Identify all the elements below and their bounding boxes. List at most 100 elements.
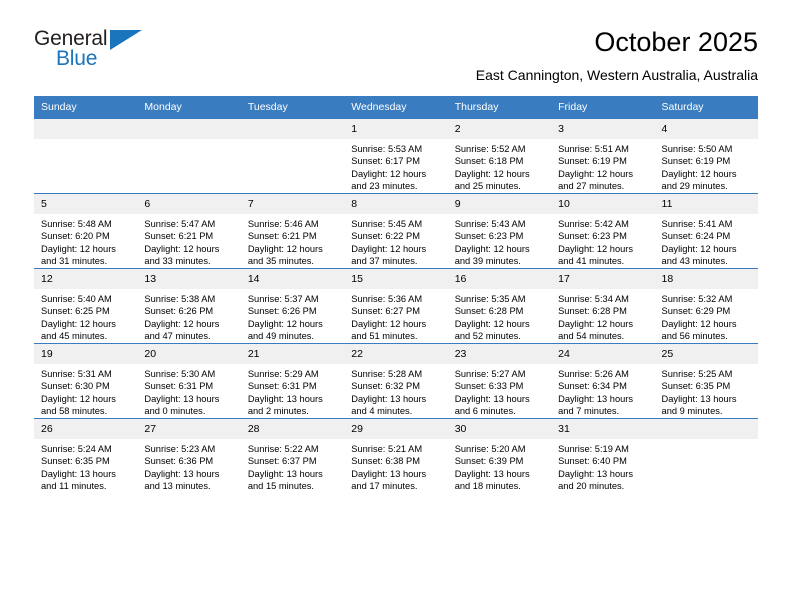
sunrise-time: Sunrise: 5:19 AM bbox=[558, 444, 629, 454]
calendar-body: 1 Sunrise: 5:53 AM Sunset: 6:17 PM Daylight… bbox=[34, 119, 758, 493]
general-blue-logo[interactable]: General Blue bbox=[34, 27, 146, 77]
day-number: 25 bbox=[654, 344, 758, 364]
day-details: Sunrise: 5:23 AM Sunset: 6:36 PM Daylight:… bbox=[137, 439, 240, 492]
sunrise-time: Sunrise: 5:37 AM bbox=[247, 294, 319, 304]
calendar-day-cell[interactable]: 23 Sunrise: 5:27 AM Sunset: 6:33 PM Dayligh… bbox=[447, 343, 552, 419]
calendar-day-cell[interactable]: 9 Sunrise: 5:43 AM Sunset: 6:23 PM Daylight… bbox=[447, 193, 552, 269]
daylight-duration: Daylight: 12 hours and 51 minutes. bbox=[351, 318, 427, 341]
day-number: 15 bbox=[344, 269, 448, 289]
day-number: 19 bbox=[34, 344, 138, 364]
sunrise-time: Sunrise: 5:27 AM bbox=[454, 369, 526, 379]
sunset-time: Sunset: 6:28 PM bbox=[558, 306, 627, 317]
calendar-day-cell[interactable]: 25 Sunrise: 5:25 AM Sunset: 6:35 PM Dayligh… bbox=[654, 343, 758, 419]
day-details: Sunrise: 5:34 AM Sunset: 6:28 PM Daylight:… bbox=[551, 289, 654, 342]
day-number: 29 bbox=[344, 419, 448, 439]
weekday-header-wednesday: Wednesday bbox=[344, 96, 448, 119]
day-number bbox=[654, 419, 758, 439]
calendar-day-cell[interactable]: 26 Sunrise: 5:24 AM Sunset: 6:35 PM Dayligh… bbox=[34, 418, 138, 493]
calendar-day-cell[interactable]: 3 Sunrise: 5:51 AM Sunset: 6:19 PM Daylight… bbox=[551, 119, 655, 194]
day-details: Sunrise: 5:52 AM Sunset: 6:18 PM Daylight:… bbox=[448, 139, 551, 192]
day-details: Sunrise: 5:41 AM Sunset: 6:24 PM Daylight:… bbox=[655, 214, 758, 267]
day-number: 7 bbox=[240, 194, 345, 214]
calendar-week-row: 12 Sunrise: 5:40 AM Sunset: 6:25 PM Dayligh… bbox=[34, 268, 758, 344]
sunrise-time: Sunrise: 5:24 AM bbox=[41, 444, 112, 454]
daylight-duration: Daylight: 13 hours and 0 minutes. bbox=[144, 393, 220, 416]
day-details: Sunrise: 5:43 AM Sunset: 6:23 PM Daylight:… bbox=[448, 214, 551, 267]
location-subtitle: East Cannington, Western Australia, Aust… bbox=[475, 67, 758, 83]
sunrise-time: Sunrise: 5:36 AM bbox=[351, 294, 423, 304]
weekday-header-thursday: Thursday bbox=[447, 96, 552, 119]
page-title: October 2025 bbox=[594, 27, 758, 57]
calendar-day-cell[interactable]: 11 Sunrise: 5:41 AM Sunset: 6:24 PM Dayligh… bbox=[654, 193, 758, 269]
day-details: Sunrise: 5:51 AM Sunset: 6:19 PM Daylight:… bbox=[551, 139, 654, 192]
calendar-day-cell[interactable]: 22 Sunrise: 5:28 AM Sunset: 6:32 PM Dayligh… bbox=[344, 343, 448, 419]
calendar-day-cell[interactable]: 18 Sunrise: 5:32 AM Sunset: 6:29 PM Dayligh… bbox=[654, 268, 758, 344]
calendar-cell-empty bbox=[34, 119, 138, 194]
calendar-day-cell[interactable]: 30 Sunrise: 5:20 AM Sunset: 6:39 PM Dayligh… bbox=[447, 418, 552, 493]
day-details: Sunrise: 5:36 AM Sunset: 6:27 PM Daylight:… bbox=[344, 289, 447, 342]
calendar-day-cell[interactable]: 7 Sunrise: 5:46 AM Sunset: 6:21 PM Daylight… bbox=[240, 193, 345, 269]
sunrise-time: Sunrise: 5:48 AM bbox=[41, 219, 112, 229]
daylight-duration: Daylight: 12 hours and 35 minutes. bbox=[247, 243, 323, 266]
sunset-time: Sunset: 6:23 PM bbox=[558, 231, 627, 242]
daylight-duration: Daylight: 12 hours and 29 minutes. bbox=[661, 168, 737, 191]
day-details: Sunrise: 5:25 AM Sunset: 6:35 PM Daylight:… bbox=[655, 364, 758, 417]
calendar-day-cell[interactable]: 2 Sunrise: 5:52 AM Sunset: 6:18 PM Daylight… bbox=[447, 119, 552, 194]
sunrise-time: Sunrise: 5:20 AM bbox=[454, 444, 526, 454]
calendar-day-cell[interactable]: 6 Sunrise: 5:47 AM Sunset: 6:21 PM Daylight… bbox=[137, 193, 241, 269]
day-details: Sunrise: 5:22 AM Sunset: 6:37 PM Daylight:… bbox=[241, 439, 344, 492]
calendar-day-cell[interactable]: 5 Sunrise: 5:48 AM Sunset: 6:20 PM Daylight… bbox=[34, 193, 138, 269]
sunrise-time: Sunrise: 5:50 AM bbox=[661, 144, 733, 154]
day-details: Sunrise: 5:50 AM Sunset: 6:19 PM Daylight:… bbox=[655, 139, 758, 192]
sunrise-time: Sunrise: 5:52 AM bbox=[454, 144, 526, 154]
sunset-time: Sunset: 6:23 PM bbox=[454, 231, 524, 242]
day-details: Sunrise: 5:19 AM Sunset: 6:40 PM Daylight:… bbox=[551, 439, 654, 492]
calendar-day-cell[interactable]: 15 Sunrise: 5:36 AM Sunset: 6:27 PM Dayligh… bbox=[344, 268, 448, 344]
calendar-day-cell[interactable]: 16 Sunrise: 5:35 AM Sunset: 6:28 PM Dayligh… bbox=[447, 268, 552, 344]
day-details: Sunrise: 5:37 AM Sunset: 6:26 PM Daylight:… bbox=[241, 289, 344, 342]
day-details: Sunrise: 5:20 AM Sunset: 6:39 PM Daylight:… bbox=[448, 439, 551, 492]
sunset-time: Sunset: 6:30 PM bbox=[41, 381, 110, 392]
calendar-day-cell[interactable]: 24 Sunrise: 5:26 AM Sunset: 6:34 PM Dayligh… bbox=[551, 343, 655, 419]
calendar-day-cell[interactable]: 10 Sunrise: 5:42 AM Sunset: 6:23 PM Dayligh… bbox=[551, 193, 655, 269]
calendar-day-cell[interactable]: 29 Sunrise: 5:21 AM Sunset: 6:38 PM Dayligh… bbox=[344, 418, 448, 493]
sunrise-time: Sunrise: 5:46 AM bbox=[247, 219, 319, 229]
calendar-day-cell[interactable]: 31 Sunrise: 5:19 AM Sunset: 6:40 PM Dayligh… bbox=[551, 418, 655, 493]
sunrise-time: Sunrise: 5:26 AM bbox=[558, 369, 629, 379]
daylight-duration: Daylight: 12 hours and 23 minutes. bbox=[351, 168, 427, 191]
daylight-duration: Daylight: 12 hours and 27 minutes. bbox=[558, 168, 634, 191]
sunset-time: Sunset: 6:28 PM bbox=[454, 306, 524, 317]
calendar-day-cell[interactable]: 20 Sunrise: 5:30 AM Sunset: 6:31 PM Dayligh… bbox=[137, 343, 241, 419]
calendar-day-cell[interactable]: 19 Sunrise: 5:31 AM Sunset: 6:30 PM Dayligh… bbox=[34, 343, 138, 419]
daylight-duration: Daylight: 12 hours and 33 minutes. bbox=[144, 243, 220, 266]
calendar-day-cell[interactable]: 21 Sunrise: 5:29 AM Sunset: 6:31 PM Dayligh… bbox=[240, 343, 345, 419]
day-number: 8 bbox=[344, 194, 448, 214]
daylight-duration: Daylight: 13 hours and 20 minutes. bbox=[558, 468, 634, 491]
calendar-day-cell[interactable]: 4 Sunrise: 5:50 AM Sunset: 6:19 PM Daylight… bbox=[654, 119, 758, 194]
day-details bbox=[34, 139, 137, 143]
calendar-day-cell[interactable]: 13 Sunrise: 5:38 AM Sunset: 6:26 PM Dayligh… bbox=[137, 268, 241, 344]
calendar-week-row: 26 Sunrise: 5:24 AM Sunset: 6:35 PM Dayligh… bbox=[34, 418, 758, 493]
day-number: 11 bbox=[654, 194, 758, 214]
sunset-time: Sunset: 6:19 PM bbox=[661, 156, 731, 167]
sunset-time: Sunset: 6:17 PM bbox=[351, 156, 420, 167]
calendar-day-cell[interactable]: 14 Sunrise: 5:37 AM Sunset: 6:26 PM Dayligh… bbox=[240, 268, 345, 344]
daylight-duration: Daylight: 13 hours and 6 minutes. bbox=[454, 393, 530, 416]
sunrise-time: Sunrise: 5:28 AM bbox=[351, 369, 423, 379]
calendar-day-cell[interactable]: 27 Sunrise: 5:23 AM Sunset: 6:36 PM Dayligh… bbox=[137, 418, 241, 493]
calendar-day-cell[interactable]: 17 Sunrise: 5:34 AM Sunset: 6:28 PM Dayligh… bbox=[551, 268, 655, 344]
calendar-day-cell[interactable]: 12 Sunrise: 5:40 AM Sunset: 6:25 PM Dayligh… bbox=[34, 268, 138, 344]
weekday-header-saturday: Saturday bbox=[654, 96, 758, 119]
daylight-duration: Daylight: 12 hours and 37 minutes. bbox=[351, 243, 427, 266]
day-number: 13 bbox=[137, 269, 241, 289]
day-details: Sunrise: 5:40 AM Sunset: 6:25 PM Daylight:… bbox=[34, 289, 137, 342]
day-number: 30 bbox=[447, 419, 552, 439]
calendar-day-cell[interactable]: 8 Sunrise: 5:45 AM Sunset: 6:22 PM Daylight… bbox=[344, 193, 448, 269]
calendar-day-cell[interactable]: 1 Sunrise: 5:53 AM Sunset: 6:17 PM Daylight… bbox=[344, 119, 448, 194]
calendar-day-cell[interactable]: 28 Sunrise: 5:22 AM Sunset: 6:37 PM Dayligh… bbox=[240, 418, 345, 493]
triangle-flag-icon bbox=[110, 30, 142, 50]
sunset-time: Sunset: 6:33 PM bbox=[454, 381, 524, 392]
sunrise-time: Sunrise: 5:25 AM bbox=[661, 369, 733, 379]
sunrise-time: Sunrise: 5:32 AM bbox=[661, 294, 733, 304]
day-number: 18 bbox=[654, 269, 758, 289]
